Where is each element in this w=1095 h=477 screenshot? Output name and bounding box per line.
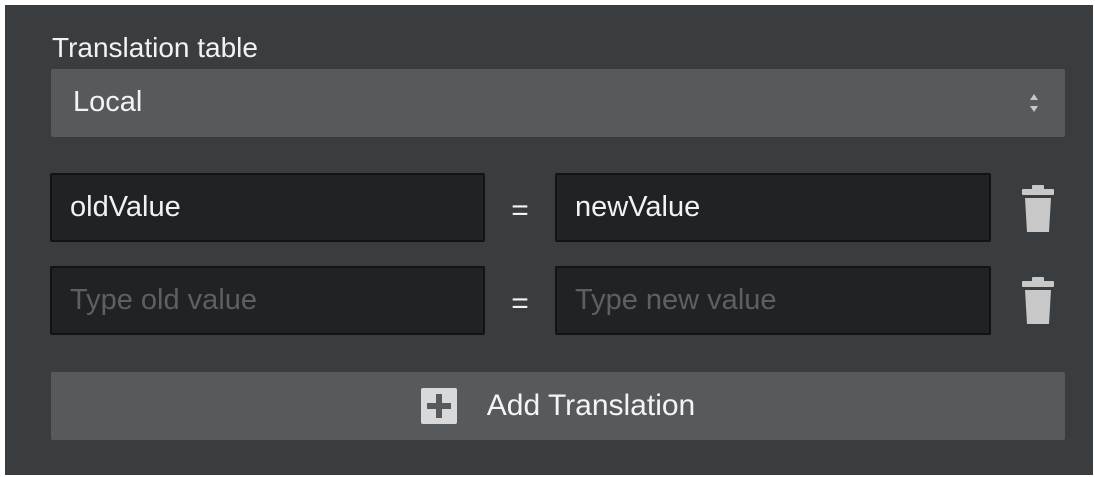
trash-icon[interactable]	[1021, 277, 1055, 325]
add-translation-button[interactable]: Add Translation	[51, 372, 1065, 440]
equals-sign: =	[511, 287, 529, 320]
new-value-input[interactable]	[555, 266, 991, 335]
trash-icon[interactable]	[1021, 185, 1055, 233]
old-value-input[interactable]	[50, 173, 485, 242]
new-value-input[interactable]	[555, 173, 991, 242]
select-value: Local	[73, 86, 143, 118]
plus-icon	[420, 388, 457, 424]
section-title: Translation table	[52, 32, 258, 63]
add-translation-content: Add Translation	[51, 372, 1065, 440]
translation-table-select[interactable]: Local	[51, 69, 1065, 137]
add-translation-label: Add Translation	[486, 389, 696, 422]
sort-arrows-icon	[1027, 91, 1041, 115]
old-value-input[interactable]	[50, 266, 485, 335]
equals-sign: =	[511, 194, 529, 227]
